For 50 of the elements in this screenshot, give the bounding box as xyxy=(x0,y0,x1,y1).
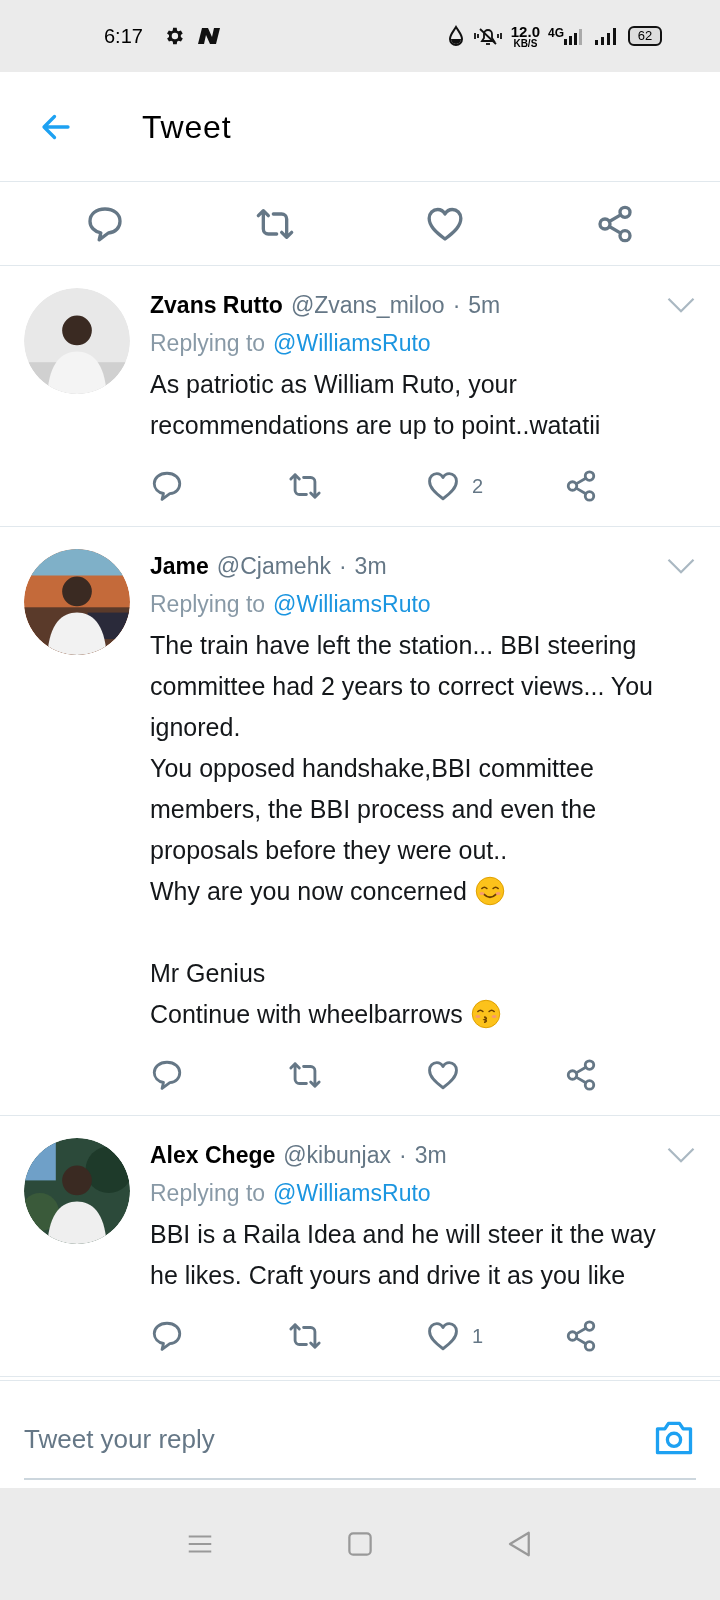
reply-icon[interactable] xyxy=(150,1058,184,1092)
separator-dot: · xyxy=(452,291,461,320)
mention-link[interactable]: @WilliamsRuto xyxy=(273,1172,431,1214)
post-time: 3m xyxy=(414,1141,447,1170)
replying-label: Replying to xyxy=(150,1179,266,1208)
tweet-text: BBI is a Raila Idea and he will steer it the way he likes. Craft yours and drive it as you like xyxy=(150,1220,656,1289)
tweet-text: You opposed handshake,BBI committee members, the BBI process and even the proposals before they were out.. xyxy=(150,754,597,864)
home-icon[interactable] xyxy=(345,1529,375,1559)
page-title: Tweet xyxy=(142,107,232,147)
heart-icon[interactable] xyxy=(426,1058,460,1092)
tweet-text: Continue with wheelbarrows xyxy=(150,1000,463,1028)
share-icon[interactable] xyxy=(564,1319,598,1353)
separator-dot: · xyxy=(399,1141,407,1170)
user-name[interactable]: Alex Chege xyxy=(150,1138,276,1172)
tweet-text: Why are you now concerned xyxy=(150,877,467,905)
reply-icon[interactable] xyxy=(150,469,184,503)
post-time: 3m xyxy=(354,552,387,581)
replying-label: Replying to xyxy=(150,329,266,358)
heart-icon[interactable] xyxy=(426,469,460,503)
like-count: 1 xyxy=(472,1324,484,1349)
share-icon[interactable] xyxy=(595,203,635,244)
user-name[interactable]: Zvans Rutto xyxy=(150,288,283,322)
network-speed: 12.0 xyxy=(510,23,540,39)
share-icon[interactable] xyxy=(564,1058,598,1092)
user-handle[interactable]: @Zvans_miloo xyxy=(290,288,445,322)
network-type: 4G xyxy=(548,25,564,42)
heart-icon[interactable] xyxy=(426,1319,460,1353)
user-name[interactable]: Jame xyxy=(150,549,209,583)
tweet-text: Mr Genius xyxy=(150,959,266,987)
separator-dot: · xyxy=(338,552,347,581)
reply-input[interactable]: Tweet your reply xyxy=(24,1400,696,1480)
notification-n-icon xyxy=(196,26,223,46)
user-handle[interactable]: @kibunjax xyxy=(283,1138,391,1172)
replying-label: Replying to xyxy=(150,590,266,619)
speed-unit: KB/S xyxy=(513,38,538,49)
tweet-text: As patriotic as William Ruto, your recommendations are up to point..watatii xyxy=(150,370,601,439)
smiling-face-icon xyxy=(474,876,505,906)
post-time: 5m xyxy=(468,291,501,320)
clock: 6:17 xyxy=(104,24,143,49)
drop-icon xyxy=(446,25,465,47)
mention-link[interactable]: @WilliamsRuto xyxy=(273,583,431,625)
user-handle[interactable]: @Cjamehk xyxy=(216,549,331,583)
share-icon[interactable] xyxy=(564,469,598,503)
battery-level: 62 xyxy=(628,26,662,46)
like-count: 2 xyxy=(472,474,484,499)
tweet-text: The train have left the station... BBI steering committee had 2 years to correct views... You ignored. xyxy=(150,631,653,741)
reply-icon[interactable] xyxy=(150,1319,184,1353)
vibrate-bell-icon xyxy=(472,25,503,47)
mention-link[interactable]: @WilliamsRuto xyxy=(273,322,431,364)
kissing-face-icon xyxy=(470,999,501,1029)
